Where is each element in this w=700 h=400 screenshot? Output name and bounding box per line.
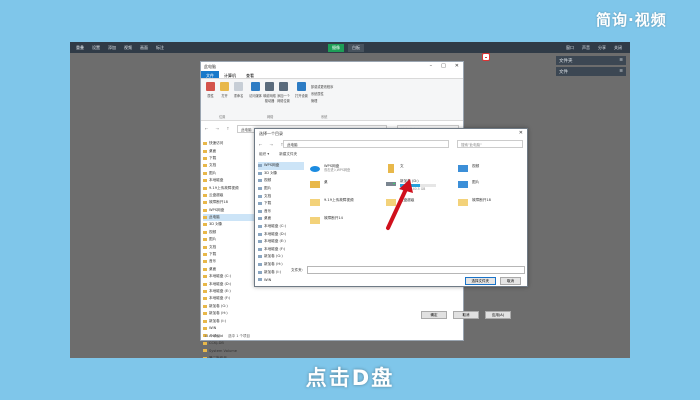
brand-logo: 简询·视频 xyxy=(596,11,667,29)
screen-recording: 重叠 设置 添加 视频 画面 标注 摄像 白板 窗口 声音 分享 关闭 文件夹 ≡… xyxy=(70,42,630,358)
annotation-arrow-icon xyxy=(386,179,413,230)
video-caption: 点击D盘 xyxy=(305,366,395,390)
